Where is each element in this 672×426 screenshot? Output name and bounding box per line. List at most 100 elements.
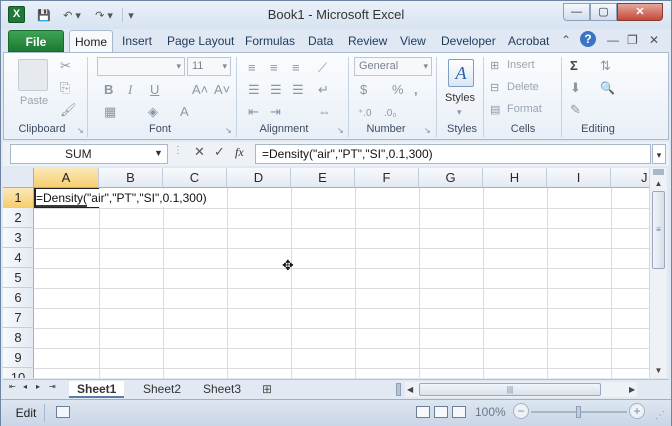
shrink-font-icon[interactable]: A˅: [214, 83, 230, 97]
name-box[interactable]: SUM: [10, 144, 168, 164]
minimize-button[interactable]: —: [563, 3, 590, 21]
cancel-icon[interactable]: ✕: [194, 144, 205, 160]
increase-decimal-icon[interactable]: ⁺.0: [358, 107, 372, 121]
page-break-view-icon[interactable]: [452, 406, 466, 418]
first-sheet-icon[interactable]: ⇤: [9, 382, 16, 391]
align-left-icon[interactable]: ☰: [248, 83, 260, 97]
wrap-text-icon[interactable]: ↵: [318, 83, 329, 97]
expand-formula-bar-icon[interactable]: ▾: [652, 144, 666, 164]
increase-indent-icon[interactable]: ⇥: [270, 105, 281, 119]
copy-icon[interactable]: ⎘: [60, 81, 70, 95]
zoom-out-icon[interactable]: −: [513, 403, 529, 419]
italic-icon[interactable]: I: [128, 83, 132, 97]
zoom-level[interactable]: 100%: [475, 405, 506, 419]
grow-font-icon[interactable]: A˄: [192, 83, 208, 97]
insert-function-icon[interactable]: fx: [235, 145, 244, 160]
tab-sheet1[interactable]: Sheet1: [69, 381, 125, 398]
formula-input[interactable]: =Density("air","PT","SI",0.1,300): [255, 144, 651, 164]
underline-icon[interactable]: U: [150, 83, 159, 97]
help-icon[interactable]: ?: [580, 31, 596, 47]
format-cells-button[interactable]: Format: [507, 103, 542, 115]
column-header-b[interactable]: B: [99, 168, 163, 188]
format-painter-icon[interactable]: 🖌: [60, 103, 77, 117]
clipboard-launcher-icon[interactable]: ↘: [77, 126, 84, 135]
column-header-g[interactable]: G: [419, 168, 483, 188]
delete-cells-button[interactable]: Delete: [507, 81, 539, 93]
tab-data[interactable]: Data: [308, 33, 333, 53]
paste-button[interactable]: Paste: [20, 95, 48, 107]
paste-icon[interactable]: [18, 59, 48, 91]
vertical-split-handle[interactable]: [653, 169, 664, 175]
name-box-dropdown-icon[interactable]: ▼: [154, 148, 163, 158]
tab-formulas[interactable]: Formulas: [245, 33, 295, 53]
tab-sheet3[interactable]: Sheet3: [195, 381, 249, 398]
merge-center-icon[interactable]: ⇔: [318, 105, 331, 119]
column-header-f[interactable]: F: [355, 168, 419, 188]
worksheet-grid[interactable]: A B C D E F G H I J 1 2 3 4 5 6 7 8 9 10…: [3, 168, 649, 378]
tab-developer[interactable]: Developer: [441, 33, 496, 53]
column-header-h[interactable]: H: [483, 168, 547, 188]
minimize-ribbon-icon[interactable]: ⌃: [561, 32, 571, 48]
tab-home[interactable]: Home: [69, 30, 113, 54]
font-size-combo[interactable]: 11: [187, 57, 231, 76]
cut-icon[interactable]: ✂: [60, 59, 71, 73]
row-header-1[interactable]: 1: [3, 188, 34, 208]
column-header-c[interactable]: C: [163, 168, 227, 188]
insert-worksheet-icon[interactable]: ⊞: [262, 382, 272, 396]
decrease-indent-icon[interactable]: ⇤: [248, 105, 259, 119]
insert-cells-button[interactable]: Insert: [507, 59, 535, 71]
row-header-7[interactable]: 7: [3, 308, 34, 328]
scroll-down-icon[interactable]: ▼: [651, 364, 666, 377]
tab-acrobat[interactable]: Acrobat: [508, 33, 549, 53]
horizontal-scrollbar[interactable]: ◀ ||| ▶: [405, 382, 637, 397]
enter-icon[interactable]: ✓: [214, 144, 225, 160]
cell-a1[interactable]: =Density("air","PT","SI",0.1,300): [36, 189, 207, 207]
tab-review[interactable]: Review: [348, 33, 387, 53]
sort-filter-icon[interactable]: ⇅: [600, 59, 611, 73]
close-button[interactable]: ✕: [617, 3, 663, 21]
styles-button[interactable]: Styles: [445, 92, 475, 104]
borders-icon[interactable]: ▦: [104, 105, 116, 119]
tab-page-layout[interactable]: Page Layout: [167, 33, 234, 53]
align-bottom-icon[interactable]: ≡: [292, 61, 300, 75]
zoom-in-icon[interactable]: +: [629, 403, 645, 419]
number-format-combo[interactable]: General: [354, 57, 432, 76]
row-header-9[interactable]: 9: [3, 348, 34, 368]
row-header-8[interactable]: 8: [3, 328, 34, 348]
align-center-icon[interactable]: ☰: [270, 83, 282, 97]
column-header-a[interactable]: A: [34, 168, 99, 188]
workbook-close-icon[interactable]: ✕: [649, 32, 659, 48]
previous-sheet-icon[interactable]: ◂: [23, 382, 27, 391]
orientation-icon[interactable]: ⟋: [318, 61, 327, 75]
tab-sheet2[interactable]: Sheet2: [135, 381, 189, 398]
row-header-10[interactable]: 10: [3, 368, 34, 378]
fill-icon[interactable]: ⬇: [570, 81, 581, 95]
row-header-4[interactable]: 4: [3, 248, 34, 268]
column-header-j[interactable]: J: [611, 168, 649, 188]
workbook-minimize-icon[interactable]: —: [607, 32, 619, 48]
column-header-e[interactable]: E: [291, 168, 355, 188]
formula-bar-grip-icon[interactable]: ⋮: [173, 145, 183, 156]
scroll-up-icon[interactable]: ▲: [651, 177, 666, 190]
autosum-icon[interactable]: Σ: [570, 59, 578, 73]
vertical-scroll-thumb[interactable]: ≡: [652, 191, 665, 269]
styles-icon[interactable]: A: [448, 59, 474, 87]
scroll-right-icon[interactable]: ▶: [629, 382, 635, 397]
align-right-icon[interactable]: ☰: [292, 83, 304, 97]
font-color-icon[interactable]: A: [180, 105, 189, 119]
percent-icon[interactable]: %: [392, 83, 404, 97]
tab-insert[interactable]: Insert: [122, 33, 152, 53]
record-macro-icon[interactable]: [56, 406, 70, 418]
scroll-left-icon[interactable]: ◀: [407, 382, 413, 397]
styles-dropdown-icon[interactable]: ▾: [457, 105, 462, 119]
maximize-button[interactable]: ▢: [590, 3, 617, 21]
decrease-decimal-icon[interactable]: .0₀: [384, 107, 397, 121]
font-name-combo[interactable]: [97, 57, 185, 76]
font-launcher-icon[interactable]: ↘: [225, 126, 232, 135]
number-launcher-icon[interactable]: ↘: [424, 126, 431, 135]
fill-color-icon[interactable]: ◈: [148, 105, 158, 119]
comma-style-icon[interactable]: ,: [414, 83, 418, 97]
page-layout-view-icon[interactable]: [434, 406, 448, 418]
workbook-restore-icon[interactable]: ❐: [627, 32, 638, 48]
alignment-launcher-icon[interactable]: ↘: [337, 126, 344, 135]
